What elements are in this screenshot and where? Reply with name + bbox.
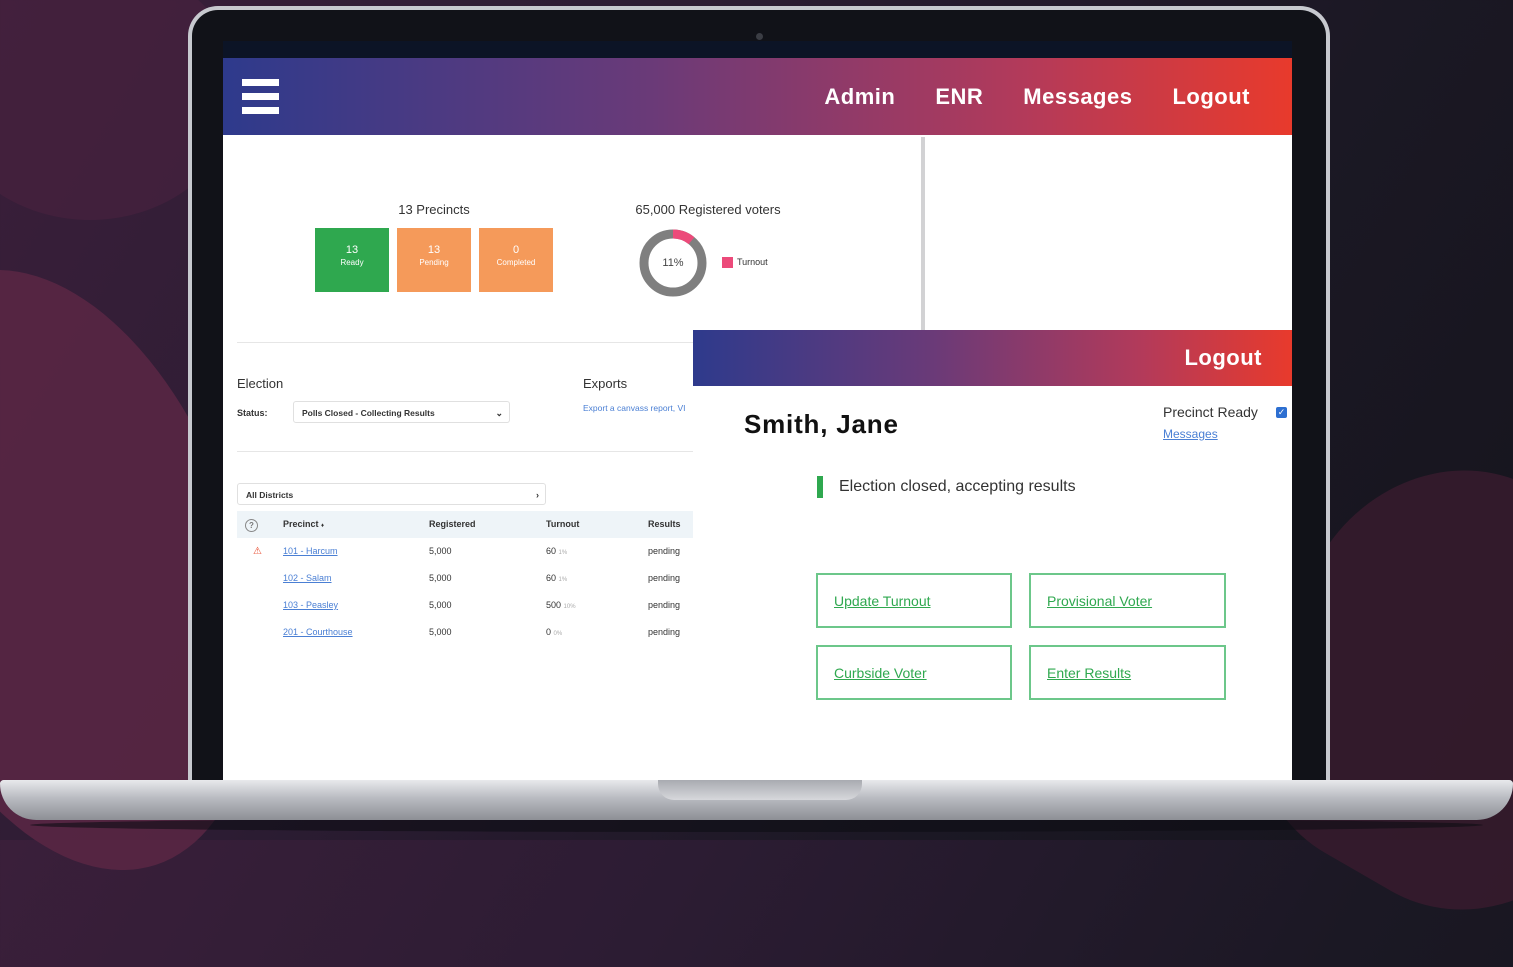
enter-results-button[interactable]: Enter Results xyxy=(1029,645,1226,700)
turnout-legend-label: Turnout xyxy=(737,257,768,267)
turnout-value: 0 xyxy=(546,627,552,637)
column-precinct-label: Precinct xyxy=(283,519,319,529)
registered-cell: 5,000 xyxy=(429,546,452,556)
column-results[interactable]: Results xyxy=(648,511,681,538)
provisional-voter-button[interactable]: Provisional Voter xyxy=(1029,573,1226,628)
status-indicator xyxy=(817,476,823,498)
voter-name: Smith, Jane xyxy=(744,409,899,439)
export-canvass-link[interactable]: Export a canvass report, VI xyxy=(583,403,686,413)
panel-divider xyxy=(921,137,925,332)
update-turnout-button[interactable]: Update Turnout xyxy=(816,573,1012,628)
screen-top-bar xyxy=(223,41,1292,58)
turnout-value: 500 xyxy=(546,600,562,610)
nav-admin[interactable]: Admin xyxy=(824,84,895,110)
results-cell: pending xyxy=(648,627,681,637)
precinct-ready-checkbox[interactable]: ✓ xyxy=(1276,407,1287,418)
turnout-percent-cell: 1% xyxy=(558,577,568,583)
curbside-voter-label: Curbside Voter xyxy=(834,665,927,681)
ready-label: Ready xyxy=(340,258,364,267)
panel-logout-button[interactable]: Logout xyxy=(1184,330,1262,386)
precincts-title: 13 Precincts xyxy=(398,202,470,217)
exports-heading: Exports xyxy=(583,376,628,391)
enter-results-label: Enter Results xyxy=(1047,665,1132,681)
laptop-screen: Admin ENR Messages Logout 13 Precincts 1… xyxy=(223,41,1292,781)
district-select-value: All Districts xyxy=(246,490,294,500)
nav-logout[interactable]: Logout xyxy=(1172,84,1250,110)
turnout-cell: 0 0% xyxy=(546,619,562,638)
results-cell: pending xyxy=(648,573,681,583)
turnout-percent-cell: 10% xyxy=(563,604,576,610)
turnout-value: 60 xyxy=(546,573,557,583)
table-row: 201 - Courthouse 5,000 0 0% pending xyxy=(237,619,694,638)
turnout-percent-cell: 0% xyxy=(553,631,563,637)
table-row: 102 - Salam 5,000 60 1% pending xyxy=(237,565,694,592)
nav-enr[interactable]: ENR xyxy=(935,84,983,110)
precinct-table: ? Precinct ♦ Registered Turnout Results … xyxy=(237,511,694,638)
table-header: ? Precinct ♦ Registered Turnout Results xyxy=(237,511,694,538)
registered-cell: 5,000 xyxy=(429,600,452,610)
update-turnout-label: Update Turnout xyxy=(834,593,931,609)
divider xyxy=(237,451,697,452)
turnout-percent-cell: 1% xyxy=(558,550,568,556)
status-select[interactable]: Polls Closed - Collecting Results ⌄ xyxy=(293,401,510,423)
top-nav: Admin ENR Messages Logout xyxy=(824,58,1292,135)
turnout-cell: 60 1% xyxy=(546,565,567,594)
turnout-legend-swatch xyxy=(722,257,733,268)
precinct-link[interactable]: 103 - Peasley xyxy=(283,600,338,610)
table-row: ⚠ 101 - Harcum 5,000 60 1% pending xyxy=(237,538,694,565)
panel-header: Logout xyxy=(693,330,1292,386)
precinct-link[interactable]: 102 - Salam xyxy=(283,573,332,583)
completed-label: Completed xyxy=(496,258,536,267)
chevron-down-icon: ⌄ xyxy=(495,408,503,418)
divider xyxy=(237,342,697,343)
turnout-value: 60 xyxy=(546,546,557,556)
status-message: Election closed, accepting results xyxy=(839,478,1076,495)
pending-label: Pending xyxy=(419,258,449,267)
column-registered[interactable]: Registered xyxy=(429,511,476,538)
column-precinct[interactable]: Precinct ♦ xyxy=(283,511,324,540)
sort-icon: ♦ xyxy=(321,523,325,529)
help-icon[interactable]: ? xyxy=(245,519,258,532)
app-header: Admin ENR Messages Logout xyxy=(223,58,1292,135)
status-select-value: Polls Closed - Collecting Results xyxy=(302,408,435,418)
warning-icon: ⚠ xyxy=(253,546,262,557)
completed-count: 0 xyxy=(512,244,520,256)
provisional-voter-label: Provisional Voter xyxy=(1047,593,1153,609)
completed-tile[interactable]: 0 Completed xyxy=(479,228,553,292)
status-label: Status: xyxy=(237,408,268,418)
laptop-shadow xyxy=(30,818,1483,832)
election-heading: Election xyxy=(237,376,284,391)
pending-count: 13 xyxy=(427,244,441,256)
curbside-voter-button[interactable]: Curbside Voter xyxy=(816,645,1012,700)
messages-link[interactable]: Messages xyxy=(1163,427,1218,441)
laptop-notch xyxy=(658,780,862,800)
column-turnout[interactable]: Turnout xyxy=(546,511,579,538)
precinct-link[interactable]: 201 - Courthouse xyxy=(283,627,353,637)
pending-tile[interactable]: 13 Pending xyxy=(397,228,471,292)
ready-count: 13 xyxy=(345,244,359,256)
precinct-link[interactable]: 101 - Harcum xyxy=(283,546,338,556)
turnout-cell: 500 10% xyxy=(546,592,576,621)
district-select[interactable]: All Districts › xyxy=(237,483,546,505)
results-cell: pending xyxy=(648,546,681,556)
chevron-down-icon: › xyxy=(536,490,539,500)
nav-messages[interactable]: Messages xyxy=(1023,84,1132,110)
turnout-cell: 60 1% xyxy=(546,538,567,567)
precinct-panel: Logout Smith, Jane Precinct Ready ✓ Mess… xyxy=(693,330,1292,781)
table-row: 103 - Peasley 5,000 500 10% pending xyxy=(237,592,694,619)
registered-voters-title: 65,000 Registered voters xyxy=(635,202,781,217)
registered-cell: 5,000 xyxy=(429,627,452,637)
ready-tile[interactable]: 13 Ready xyxy=(315,228,389,292)
precinct-ready-label: Precinct Ready xyxy=(1163,404,1258,420)
turnout-percent: 11% xyxy=(662,257,684,269)
hamburger-menu-icon[interactable] xyxy=(242,79,279,115)
registered-cell: 5,000 xyxy=(429,573,452,583)
camera-icon xyxy=(756,33,763,40)
results-cell: pending xyxy=(648,600,681,610)
